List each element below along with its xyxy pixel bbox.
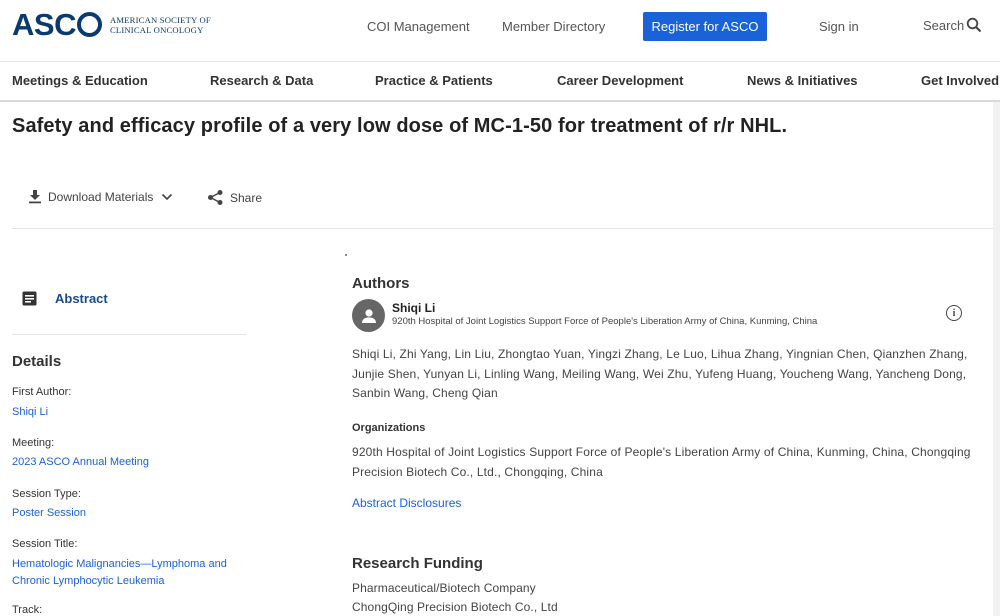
details-heading: Details xyxy=(12,353,62,370)
logo-subtitle-line2: CLINICAL ONCOLOGY xyxy=(109,24,204,35)
document-icon xyxy=(22,291,37,306)
logo-subtitle-line1: AMERICAN SOCIETY OF xyxy=(109,14,211,25)
session-title-link[interactable]: Hematologic Malignancies—Lymphoma and Ch… xyxy=(12,556,234,590)
share-label: Share xyxy=(230,190,263,205)
page-title: Safety and efficacy profile of a very lo… xyxy=(12,115,788,137)
chevron-down-icon xyxy=(162,193,173,200)
session-type-link[interactable]: Poster Session xyxy=(12,505,242,522)
nav-get-involved[interactable]: Get Involved xyxy=(921,73,999,88)
avatar xyxy=(352,299,385,332)
authors-heading: Authors xyxy=(352,275,410,292)
search-label: Search xyxy=(923,17,965,33)
abstract-disclosures-link[interactable]: Abstract Disclosures xyxy=(352,496,461,510)
member-directory-link[interactable]: Member Directory xyxy=(502,19,605,34)
logo-o-ring xyxy=(76,12,102,37)
search-button[interactable]: Search xyxy=(923,17,982,33)
logo-wordmark: ASC xyxy=(12,9,102,40)
download-icon xyxy=(29,190,41,204)
nav-career-development[interactable]: Career Development xyxy=(557,73,683,88)
logo-subtitle: AMERICAN SOCIETY OF CLINICAL ONCOLOGY xyxy=(110,15,211,35)
register-button[interactable]: Register for ASCO xyxy=(643,12,767,41)
nav-practice-patients[interactable]: Practice & Patients xyxy=(375,73,493,88)
funding-type: Pharmaceutical/Biotech Company xyxy=(352,581,536,595)
site-header: ASC AMERICAN SOCIETY OF CLINICAL ONCOLOG… xyxy=(0,0,1000,62)
meeting-link[interactable]: 2023 ASCO Annual Meeting xyxy=(12,454,242,471)
main-navigation: Meetings & Education Research & Data Pra… xyxy=(0,62,1000,102)
scrollbar[interactable] xyxy=(993,102,1000,616)
meeting-label: Meeting: xyxy=(12,437,55,449)
logo-letters: ASC xyxy=(12,7,76,42)
stray-dot xyxy=(345,254,347,256)
share-button[interactable]: Share xyxy=(207,189,262,206)
info-icon[interactable]: i xyxy=(946,305,962,321)
session-title-label: Session Title: xyxy=(12,538,78,550)
download-materials-button[interactable]: Download Materials xyxy=(28,189,173,204)
sidebar-divider xyxy=(12,334,246,335)
abstract-label: Abstract xyxy=(55,291,108,306)
sign-in-link[interactable]: Sign in xyxy=(819,19,859,34)
nav-research-data[interactable]: Research & Data xyxy=(210,73,313,88)
first-author-label: First Author: xyxy=(12,386,72,398)
first-author-link[interactable]: Shiqi Li xyxy=(12,404,242,421)
nav-news-initiatives[interactable]: News & Initiatives xyxy=(747,73,858,88)
actions-divider xyxy=(12,228,996,229)
research-funding-heading: Research Funding xyxy=(352,555,483,572)
nav-meetings-education[interactable]: Meetings & Education xyxy=(12,73,148,88)
session-type-label: Session Type: xyxy=(12,488,81,500)
organizations-heading: Organizations xyxy=(352,422,426,434)
organizations-text: 920th Hospital of Joint Logistics Suppor… xyxy=(352,445,971,479)
abstract-nav-link[interactable]: Abstract xyxy=(22,291,108,306)
first-author-affiliation: 920th Hospital of Joint Logistics Suppor… xyxy=(392,316,818,327)
person-icon xyxy=(361,308,376,323)
download-materials-label: Download Materials xyxy=(48,189,154,204)
search-icon xyxy=(967,17,982,33)
coi-management-link[interactable]: COI Management xyxy=(367,19,470,34)
funding-company: ChongQing Precision Biotech Co., Ltd xyxy=(352,600,558,614)
authors-list: Shiqi Li, Zhi Yang, Lin Liu, Zhongtao Yu… xyxy=(352,347,968,400)
share-icon xyxy=(208,190,223,205)
asco-logo[interactable]: ASC AMERICAN SOCIETY OF CLINICAL ONCOLOG… xyxy=(12,9,211,40)
first-author-name[interactable]: Shiqi Li xyxy=(392,301,435,315)
track-label: Track: xyxy=(12,604,43,616)
